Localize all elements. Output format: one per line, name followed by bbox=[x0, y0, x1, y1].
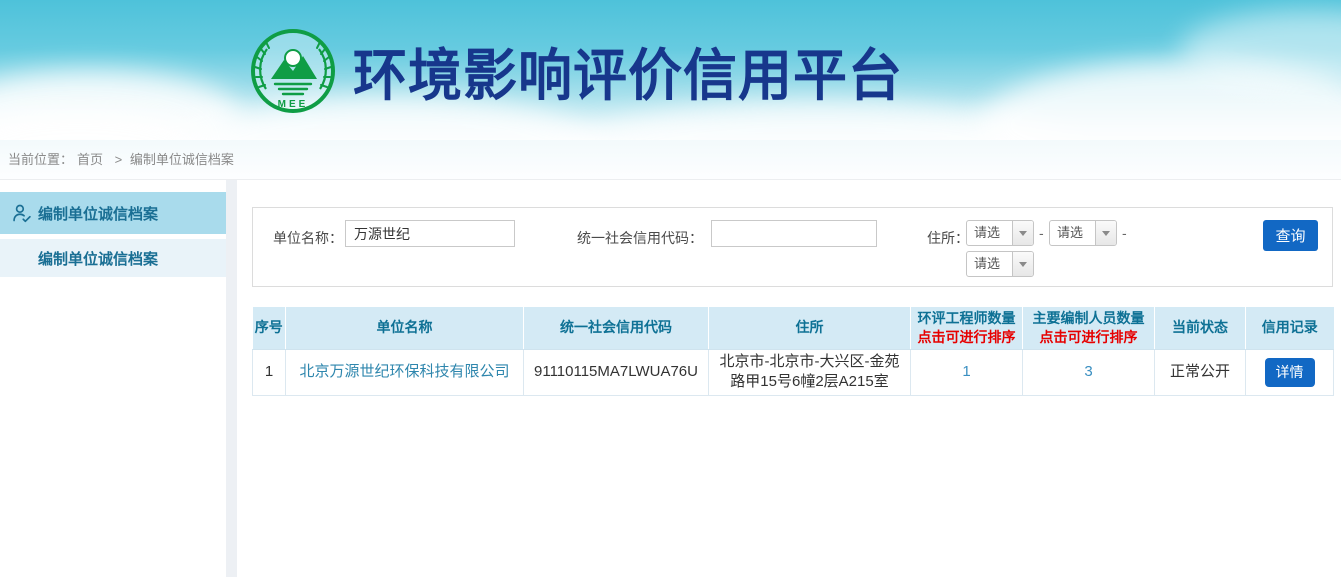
col-credit-record: 信用记录 bbox=[1246, 307, 1334, 349]
cell-credit-code: 91110115MA7LWUA76U bbox=[524, 349, 709, 395]
sidebar-item-unit-credit-archive[interactable]: 编制单位诚信档案 bbox=[0, 192, 226, 234]
sidebar-subitem-label: 编制单位诚信档案 bbox=[38, 248, 158, 269]
query-button[interactable]: 查询 bbox=[1263, 220, 1318, 251]
breadcrumb-separator: > bbox=[115, 152, 123, 167]
col-credit-code: 统一社会信用代码 bbox=[524, 307, 709, 349]
table-row: 1 北京万源世纪环保科技有限公司 91110115MA7LWUA76U 北京市-… bbox=[253, 349, 1334, 395]
select-value: 请选择 bbox=[967, 252, 1012, 276]
breadcrumb-current: 编制单位诚信档案 bbox=[130, 152, 234, 167]
address-city-select[interactable]: 请选择 bbox=[1049, 220, 1117, 246]
cell-address: 北京市-北京市-大兴区-金苑路甲15号6幢2层A215室 bbox=[709, 349, 911, 395]
brand: MEE 环境影响评价信用平台 bbox=[249, 0, 903, 140]
select-value: 请选择 bbox=[1050, 221, 1095, 245]
main-content: 单位名称： 统一社会信用代码： 住所： 请选择 - 请选择 - 请选择 查询 bbox=[237, 180, 1341, 577]
page: { "header": { "title": "环境影响评价信用平台", "lo… bbox=[0, 0, 1341, 578]
unit-name-input[interactable] bbox=[345, 220, 515, 247]
credit-code-label: 统一社会信用代码： bbox=[538, 228, 703, 248]
address-province-select[interactable]: 请选择 bbox=[966, 220, 1034, 246]
col-status: 当前状态 bbox=[1155, 307, 1246, 349]
search-panel: 单位名称： 统一社会信用代码： 住所： 请选择 - 请选择 - 请选择 查询 bbox=[252, 207, 1333, 287]
breadcrumb-home-link[interactable]: 首页 bbox=[77, 152, 103, 167]
col-engineer-count-sortable[interactable]: 环评工程师数量 点击可进行排序 bbox=[911, 307, 1023, 349]
col-address: 住所 bbox=[709, 307, 911, 349]
table-header-row: 序号 单位名称 统一社会信用代码 住所 环评工程师数量 点击可进行排序 主要编制… bbox=[253, 307, 1334, 349]
user-check-icon bbox=[12, 203, 32, 223]
col-company: 单位名称 bbox=[286, 307, 524, 349]
detail-button[interactable]: 详情 bbox=[1265, 358, 1315, 387]
chevron-down-icon[interactable] bbox=[1012, 252, 1033, 276]
address-dash: - bbox=[1039, 225, 1044, 241]
unit-name-label: 单位名称： bbox=[273, 228, 343, 248]
chevron-down-icon[interactable] bbox=[1095, 221, 1116, 245]
credit-code-input[interactable] bbox=[711, 220, 877, 247]
results-table: 序号 单位名称 统一社会信用代码 住所 环评工程师数量 点击可进行排序 主要编制… bbox=[252, 307, 1334, 396]
col-staff-count-sortable[interactable]: 主要编制人员数量 点击可进行排序 bbox=[1023, 307, 1155, 349]
engineer-count-link[interactable]: 1 bbox=[962, 363, 970, 380]
select-value: 请选择 bbox=[967, 221, 1012, 245]
staff-count-link[interactable]: 3 bbox=[1084, 363, 1092, 380]
cell-status: 正常公开 bbox=[1155, 349, 1246, 395]
sidebar-subitem-unit-credit-archive[interactable]: 编制单位诚信档案 bbox=[0, 239, 226, 277]
cell-index: 1 bbox=[253, 349, 286, 395]
site-title: 环境影响评价信用平台 bbox=[353, 29, 903, 111]
sidebar-item-label: 编制单位诚信档案 bbox=[38, 203, 158, 224]
breadcrumb: 当前位置： 首页 > 编制单位诚信档案 bbox=[0, 140, 1341, 180]
sort-hint: 点击可进行排序 bbox=[911, 328, 1022, 347]
chevron-down-icon[interactable] bbox=[1012, 221, 1033, 245]
site-header: MEE 环境影响评价信用平台 bbox=[0, 0, 1341, 140]
col-index: 序号 bbox=[253, 307, 286, 349]
sidebar: 编制单位诚信档案 编制单位诚信档案 bbox=[0, 180, 226, 577]
address-dash: - bbox=[1122, 225, 1127, 241]
sidebar-divider bbox=[226, 180, 237, 577]
company-link[interactable]: 北京万源世纪环保科技有限公司 bbox=[299, 363, 509, 380]
sort-hint: 点击可进行排序 bbox=[1023, 328, 1154, 347]
address-label: 住所： bbox=[927, 228, 969, 248]
mee-logo-icon: MEE bbox=[249, 27, 337, 115]
svg-text:MEE: MEE bbox=[278, 99, 309, 110]
address-district-select[interactable]: 请选择 bbox=[966, 251, 1034, 277]
breadcrumb-prefix: 当前位置： bbox=[8, 152, 73, 167]
